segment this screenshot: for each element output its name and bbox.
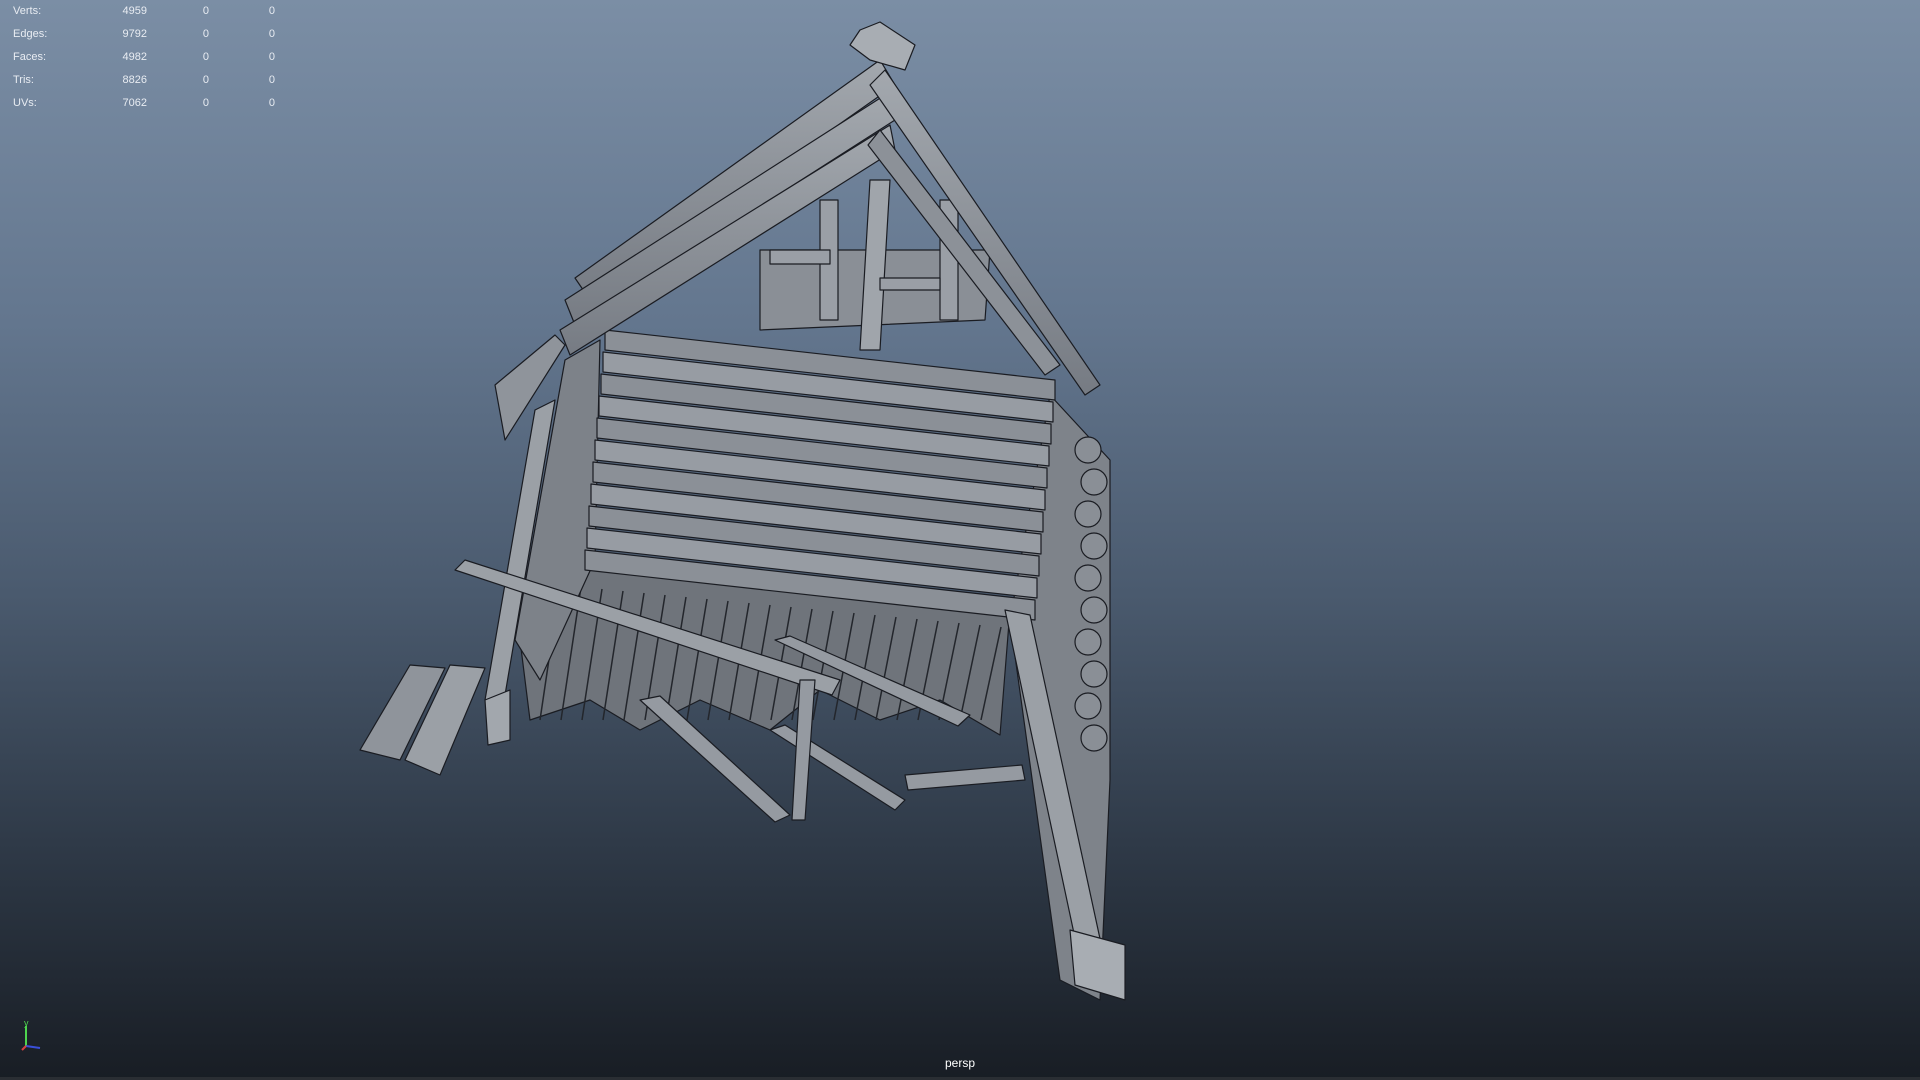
log-end-cap — [1074, 436, 1102, 464]
front-wall-logs — [584, 329, 1056, 621]
log-end-cap — [1080, 660, 1108, 688]
3d-viewport[interactable]: Verts: 4959 0 0 Edges: 9792 0 0 Faces: 4… — [0, 0, 1920, 1080]
log-cabin-mesh[interactable] — [0, 0, 1920, 1080]
log-end-cap — [1074, 628, 1102, 656]
log-end-cap — [1074, 564, 1102, 592]
log-end-cap — [1074, 692, 1102, 720]
log-end-cap — [1080, 532, 1108, 560]
camera-name-label: persp — [944, 1056, 976, 1070]
log-end-cap — [1080, 596, 1108, 624]
log-end-cap — [1074, 500, 1102, 528]
axis-gizmo-icon: y — [21, 1018, 41, 1051]
log-end-cap — [1080, 724, 1108, 752]
axis-y-label: y — [24, 1018, 29, 1028]
log-end-cap — [1080, 468, 1108, 496]
